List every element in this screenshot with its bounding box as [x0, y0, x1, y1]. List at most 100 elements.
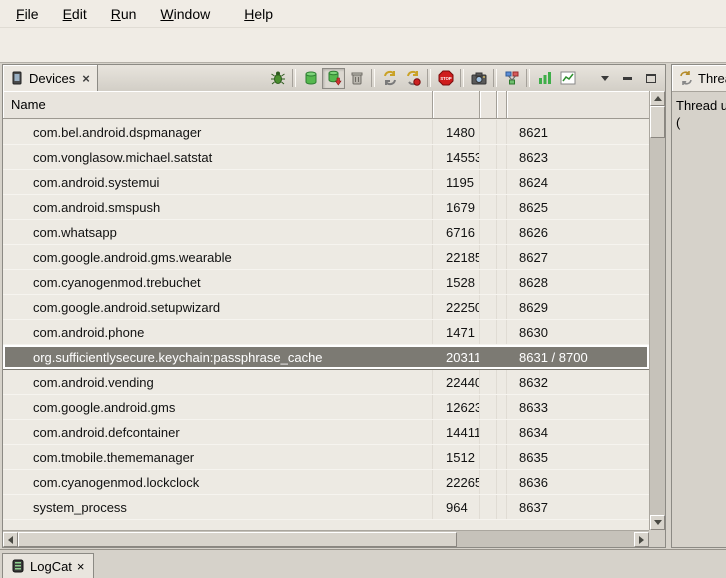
empty-cell — [497, 395, 507, 419]
minimize-icon — [623, 77, 632, 80]
scroll-right-button[interactable] — [634, 532, 649, 547]
table-row[interactable]: com.whatsapp 6716 8626 — [3, 220, 649, 245]
table-row[interactable]: com.google.android.gms.wearable 22185 86… — [3, 245, 649, 270]
process-name: com.android.smspush — [3, 195, 433, 219]
table-row-selected[interactable]: org.sufficientlysecure.keychain:passphra… — [3, 345, 649, 370]
tab-threads[interactable]: Threads — [672, 65, 726, 91]
process-pid: 14553 — [433, 145, 480, 169]
debug-button[interactable] — [266, 68, 289, 89]
table-row[interactable]: com.android.systemui 1195 8624 — [3, 170, 649, 195]
scroll-left-button[interactable] — [3, 532, 18, 547]
table-row[interactable]: com.android.phone 1471 8630 — [3, 320, 649, 345]
table-row[interactable]: com.android.defcontainer 14411 8634 — [3, 420, 649, 445]
tab-devices[interactable]: Devices × — [3, 65, 98, 91]
threads-panel: Threads Thread up ( — [671, 64, 726, 548]
main-toolbar-area — [0, 28, 726, 62]
table-row[interactable]: com.tmobile.thememanager 1512 8635 — [3, 445, 649, 470]
maximize-button[interactable] — [639, 68, 662, 89]
process-pid: 22440 — [433, 370, 480, 394]
process-name: com.vonglasow.michael.satstat — [3, 145, 433, 169]
screen-capture-icon — [471, 70, 487, 86]
ddms-window: { "menubar": { "items": [ {"label": "Fil… — [0, 0, 726, 577]
view-menu-icon — [601, 76, 609, 81]
toolbar-separator — [460, 69, 464, 87]
empty-cell — [497, 445, 507, 469]
process-pid: 22265 — [433, 470, 480, 494]
update-heap-button[interactable] — [299, 68, 322, 89]
scroll-down-button[interactable] — [650, 515, 665, 530]
arrow-left-icon — [8, 536, 13, 544]
table-row[interactable]: com.android.smspush 1679 8625 — [3, 195, 649, 220]
debug-icon — [270, 70, 286, 86]
column-header-empty[interactable] — [480, 91, 497, 118]
menu-run[interactable]: Run — [99, 3, 149, 25]
close-icon[interactable]: × — [77, 559, 85, 574]
maximize-icon — [646, 74, 656, 83]
table-row[interactable]: com.bel.android.dspmanager 1480 8621 — [3, 120, 649, 145]
view-hierarchy-icon — [504, 70, 520, 86]
process-pid: 1679 — [433, 195, 480, 219]
stop-process-button[interactable]: STOP — [434, 68, 457, 89]
update-threads-button[interactable] — [378, 68, 401, 89]
empty-cell — [480, 395, 497, 419]
process-name: com.bel.android.dspmanager — [3, 120, 433, 144]
menu-window[interactable]: Window — [148, 3, 222, 25]
empty-cell — [497, 470, 507, 494]
menu-edit[interactable]: Edit — [51, 3, 99, 25]
empty-cell — [497, 295, 507, 319]
minimize-button[interactable] — [616, 68, 639, 89]
process-name: com.android.vending — [3, 370, 433, 394]
process-name: com.android.phone — [3, 320, 433, 344]
table-row[interactable]: com.google.android.setupwizard 22250 862… — [3, 295, 649, 320]
empty-cell — [497, 320, 507, 344]
scroll-up-button[interactable] — [650, 91, 665, 106]
empty-cell — [497, 220, 507, 244]
vertical-scrollbar-thumb[interactable] — [650, 106, 665, 138]
method-profiling-button[interactable] — [401, 68, 424, 89]
menu-file[interactable]: File — [4, 3, 51, 25]
vertical-scrollbar[interactable] — [649, 91, 665, 530]
column-header-name[interactable]: Name — [3, 91, 433, 118]
empty-cell — [497, 195, 507, 219]
dump-hprof-button[interactable] — [322, 68, 345, 89]
cause-gc-button[interactable] — [345, 68, 368, 89]
table-row[interactable]: com.vonglasow.michael.satstat 14553 8623 — [3, 145, 649, 170]
system-trace-button[interactable] — [533, 68, 556, 89]
horizontal-scrollbar-thumb[interactable] — [18, 532, 457, 547]
stop-process-icon: STOP — [438, 70, 454, 86]
view-menu-button[interactable] — [593, 68, 616, 89]
process-name: com.google.android.gms.wearable — [3, 245, 433, 269]
table-row[interactable]: com.cyanogenmod.trebuchet 1528 8628 — [3, 270, 649, 295]
process-port: 8629 — [507, 295, 649, 319]
process-name: com.google.android.gms — [3, 395, 433, 419]
menu-help[interactable]: Help — [232, 3, 285, 25]
column-header-pid[interactable] — [433, 91, 480, 118]
table-header: Name — [3, 91, 665, 119]
logcat-tab-label: LogCat — [30, 559, 72, 574]
column-header-port[interactable] — [507, 91, 665, 118]
table-row[interactable]: com.android.vending 22440 8632 — [3, 370, 649, 395]
table-row[interactable]: com.cyanogenmod.lockclock 22265 8636 — [3, 470, 649, 495]
tab-logcat[interactable]: LogCat × — [2, 553, 94, 578]
table-row[interactable]: system_process 964 8637 — [3, 495, 649, 520]
process-port: 8628 — [507, 270, 649, 294]
empty-cell — [480, 270, 497, 294]
process-port: 8630 — [507, 320, 649, 344]
process-pid: 1512 — [433, 445, 480, 469]
process-name: com.tmobile.thememanager — [3, 445, 433, 469]
close-icon[interactable]: × — [82, 72, 90, 85]
column-header-empty[interactable] — [497, 91, 507, 118]
horizontal-scrollbar[interactable] — [3, 530, 649, 547]
process-port: 8634 — [507, 420, 649, 444]
table-row[interactable]: com.google.android.gms 12623 8633 — [3, 395, 649, 420]
process-pid: 1471 — [433, 320, 480, 344]
empty-cell — [497, 120, 507, 144]
process-name: org.sufficientlysecure.keychain:passphra… — [3, 345, 433, 369]
opengl-trace-button[interactable] — [556, 68, 579, 89]
screen-capture-button[interactable] — [467, 68, 490, 89]
view-hierarchy-button[interactable] — [500, 68, 523, 89]
svg-text:STOP: STOP — [440, 76, 452, 81]
threads-tabbar: Threads — [672, 65, 726, 92]
process-pid: 22185 — [433, 245, 480, 269]
empty-cell — [497, 345, 507, 369]
